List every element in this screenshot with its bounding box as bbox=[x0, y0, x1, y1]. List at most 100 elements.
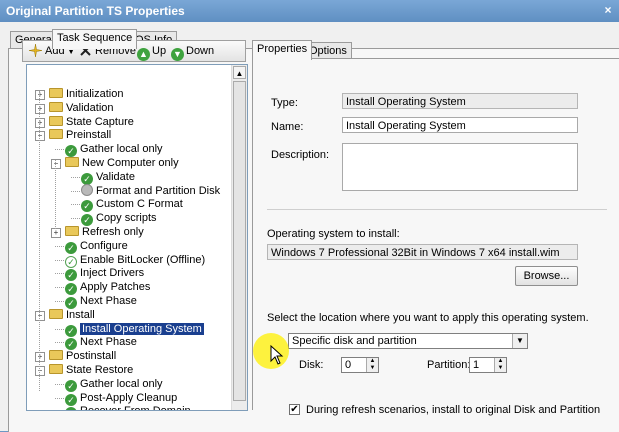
scroll-thumb[interactable] bbox=[233, 81, 246, 401]
tree-item[interactable]: Format and Partition Disk bbox=[81, 183, 220, 198]
up-button[interactable]: ▲ Up bbox=[137, 43, 166, 61]
tree-items: + Initialization + Validation + State Capture… bbox=[27, 65, 231, 410]
tree-item[interactable]: Install bbox=[49, 308, 95, 322]
tree-item[interactable]: ✓ Custom C Format bbox=[81, 197, 183, 213]
tree-item-label: Apply Patches bbox=[80, 281, 151, 294]
task-sequence-tree[interactable]: + Initialization + Validation + State Capture… bbox=[26, 64, 248, 411]
tree-item[interactable]: ✓ Next Phase bbox=[65, 335, 137, 351]
disk-label: Disk: bbox=[299, 359, 324, 371]
mouse-cursor-icon bbox=[270, 344, 284, 368]
browse-button[interactable]: Browse... bbox=[515, 266, 578, 286]
tree-item[interactable]: ✓ Gather local only bbox=[65, 142, 163, 158]
check-icon: ✓ bbox=[65, 407, 77, 410]
collapse-icon[interactable]: − bbox=[35, 310, 45, 321]
tree-connector-line bbox=[55, 149, 64, 151]
tree-item[interactable]: ✓ Configure bbox=[65, 239, 128, 254]
tree-item[interactable]: ✓ Next Phase bbox=[65, 294, 137, 309]
disk-spinner[interactable]: 0 ▲ ▼ bbox=[341, 357, 379, 373]
tree-item-label: Enable BitLocker (Offline) bbox=[80, 253, 206, 266]
partition-value: 1 bbox=[473, 359, 480, 371]
tree-item-label: Next Phase bbox=[80, 295, 137, 307]
scroll-up-arrow-icon[interactable]: ▲ bbox=[233, 66, 246, 79]
tree-item[interactable]: ✓ Apply Patches bbox=[65, 280, 151, 296]
tree-connector-line bbox=[55, 342, 64, 344]
tree-item-label: New Computer only bbox=[82, 157, 179, 169]
type-label: Type: bbox=[271, 97, 298, 109]
expand-icon[interactable]: + bbox=[35, 352, 45, 363]
partition-spinner[interactable]: 1 ▲ ▼ bbox=[469, 357, 507, 373]
tree-item[interactable]: ✓Recover From Domain bbox=[65, 404, 191, 410]
folder-icon bbox=[49, 101, 63, 112]
tree-connector-line bbox=[71, 190, 80, 192]
properties-panel: Type: Install Operating System Name: Ins… bbox=[252, 58, 619, 416]
folder-icon bbox=[49, 129, 63, 140]
chevron-down-icon[interactable]: ▼ bbox=[512, 334, 527, 348]
tree-item-label: Gather local only bbox=[80, 143, 163, 156]
close-icon[interactable]: × bbox=[601, 3, 615, 17]
tree-item-label: Validation bbox=[66, 101, 114, 114]
disk-spinner-arrows[interactable]: ▲ ▼ bbox=[366, 358, 378, 372]
tree-item[interactable]: State Capture bbox=[49, 115, 134, 129]
location-dropdown[interactable]: Specific disk and partition ▼ bbox=[288, 333, 528, 349]
type-field: Install Operating System bbox=[342, 93, 578, 109]
tree-connector-line bbox=[55, 383, 64, 385]
folder-icon bbox=[49, 115, 63, 126]
tree-item-label: State Restore bbox=[66, 364, 134, 376]
tree-item[interactable]: ✓ Copy scripts bbox=[81, 211, 157, 227]
tree-item[interactable]: ✓ Enable BitLocker (Offline) bbox=[65, 253, 206, 268]
expand-icon[interactable]: + bbox=[51, 228, 61, 238]
collapse-icon[interactable]: − bbox=[35, 131, 45, 142]
tree-item[interactable]: ✓ Post-Apply Cleanup bbox=[65, 391, 177, 406]
refresh-scenario-label: During refresh scenarios, install to ori… bbox=[306, 404, 601, 416]
tree-connector-line bbox=[39, 91, 40, 391]
tree-item[interactable]: Validation bbox=[49, 101, 114, 115]
tree-item[interactable]: Preinstall bbox=[49, 128, 111, 142]
tree-item[interactable]: ✓ Gather local only bbox=[65, 377, 163, 392]
collapse-icon[interactable]: − bbox=[51, 159, 61, 169]
os-to-install-label: Operating system to install: bbox=[267, 228, 400, 240]
collapse-icon[interactable]: − bbox=[35, 366, 45, 376]
tree-connector-line bbox=[71, 204, 80, 206]
tree-item-label: State Capture bbox=[66, 115, 134, 128]
tree-item[interactable]: Postinstall bbox=[49, 349, 116, 363]
folder-icon bbox=[49, 350, 63, 361]
tree-connector-line bbox=[55, 287, 64, 289]
window-title: Original Partition TS Properties bbox=[6, 4, 185, 18]
tree-item-label: Install bbox=[66, 308, 95, 321]
tree-connector-line bbox=[55, 273, 64, 275]
refresh-scenario-checkbox[interactable]: ✔ bbox=[289, 404, 300, 415]
partition-label: Partition: bbox=[427, 359, 471, 371]
tree-item[interactable]: State Restore bbox=[49, 363, 133, 377]
tree-item-label: Refresh only bbox=[82, 226, 144, 238]
tree-item-label: Inject Drivers bbox=[80, 267, 145, 280]
partition-spinner-arrows[interactable]: ▲ ▼ bbox=[494, 358, 506, 372]
tree-item[interactable]: New Computer only bbox=[65, 156, 179, 170]
description-field[interactable] bbox=[342, 143, 578, 191]
tree-item[interactable]: ✓ Install Operating System bbox=[65, 322, 204, 337]
tree-item[interactable]: ✓ Inject Drivers bbox=[65, 266, 145, 282]
arrow-down-icon: ▼ bbox=[171, 48, 184, 61]
tree-item-label: Initialization bbox=[66, 88, 124, 100]
folder-icon bbox=[65, 157, 79, 167]
name-field[interactable]: Install Operating System bbox=[342, 117, 578, 133]
tree-item[interactable]: Initialization bbox=[49, 87, 123, 101]
expand-icon[interactable]: + bbox=[35, 117, 45, 128]
tree-item-label: Copy scripts bbox=[96, 212, 157, 225]
expand-icon[interactable]: + bbox=[35, 90, 45, 100]
tree-item-label: Next Phase bbox=[80, 336, 137, 349]
location-label: Select the location where you want to ap… bbox=[267, 312, 589, 324]
title-bar: Original Partition TS Properties × bbox=[0, 0, 619, 22]
tab-task-sequence[interactable]: Task Sequence bbox=[52, 29, 138, 49]
tree-item[interactable]: Refresh only bbox=[65, 225, 144, 239]
tab-properties[interactable]: Properties bbox=[252, 40, 313, 60]
tree-item-label: Custom C Format bbox=[96, 198, 183, 211]
tree-connector-line bbox=[55, 245, 64, 247]
expand-icon[interactable]: + bbox=[35, 103, 45, 114]
down-button[interactable]: ▼ Down bbox=[171, 43, 215, 61]
disabled-step-icon bbox=[81, 183, 93, 196]
down-label: Down bbox=[186, 45, 215, 57]
folder-icon bbox=[49, 364, 63, 374]
tree-connector-line bbox=[55, 301, 64, 302]
tree-scrollbar[interactable]: ▲ bbox=[231, 65, 247, 410]
tree-item[interactable]: ✓ Validate bbox=[81, 170, 135, 185]
